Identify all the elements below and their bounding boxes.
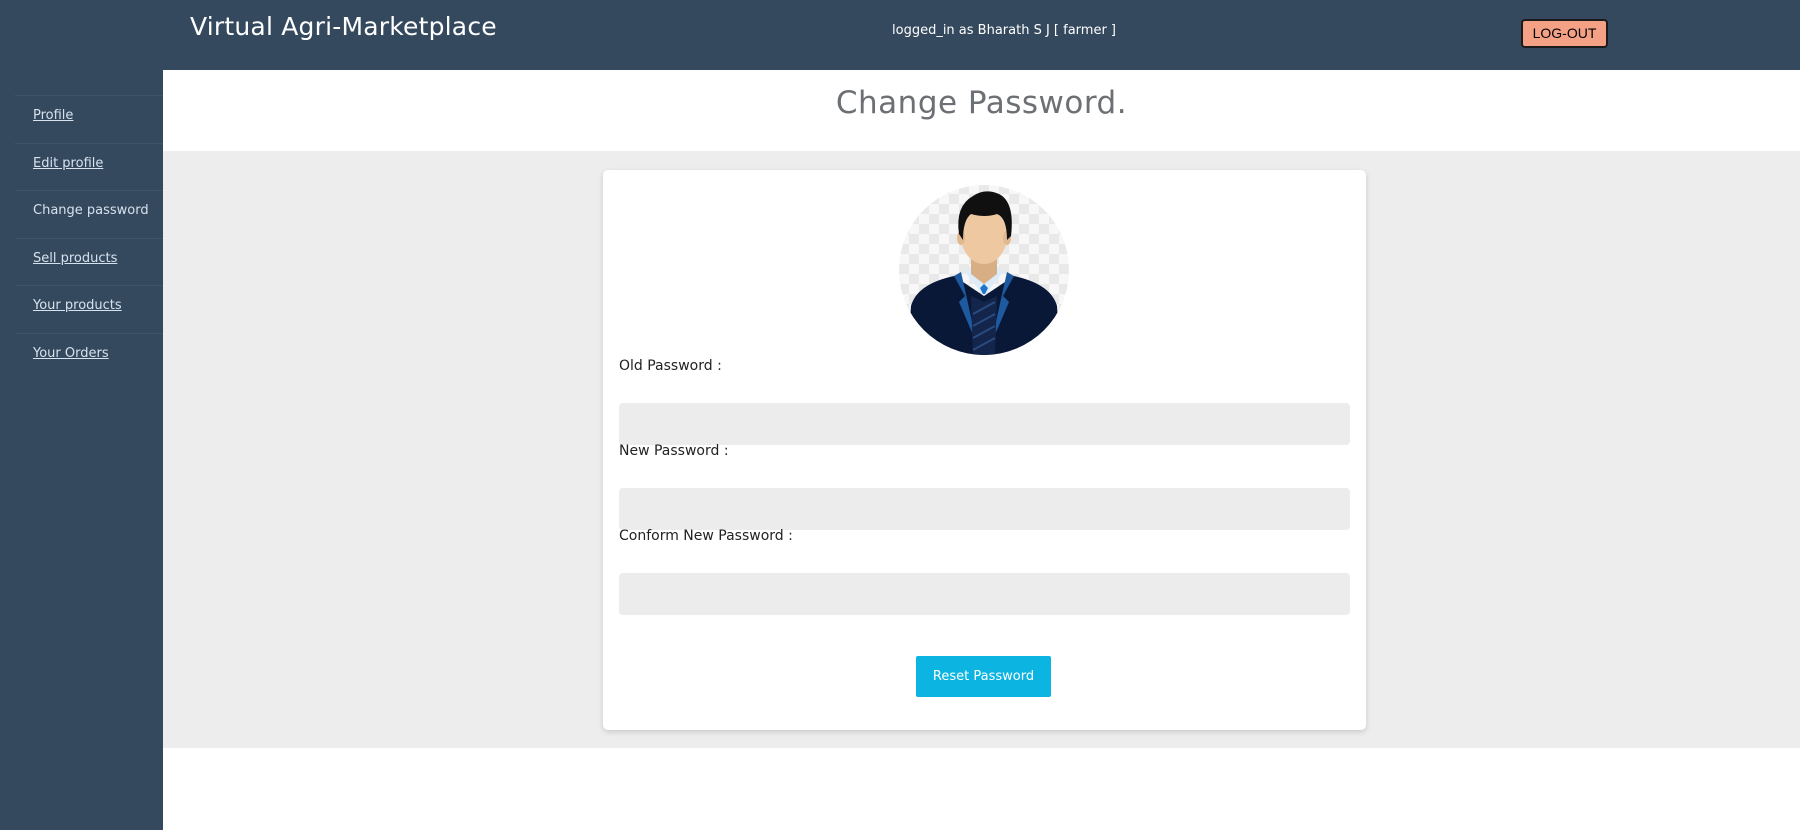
top-navbar: Virtual Agri-Marketplace logged_in as Bh…	[0, 0, 1800, 70]
old-password-input[interactable]	[619, 403, 1350, 445]
sidebar-item-label[interactable]: Your products	[33, 298, 122, 313]
sidebar-item-change-password[interactable]: Change password	[15, 190, 163, 238]
sidebar-item-label[interactable]: Change password	[33, 203, 149, 218]
sidebar-item-sell-products[interactable]: Sell products	[15, 237, 163, 286]
sidebar-item-label[interactable]: Profile	[33, 108, 73, 123]
logged-in-status: logged_in as Bharath S J [ farmer ]	[892, 23, 1117, 38]
sidebar-item-label[interactable]: Your Orders	[33, 346, 109, 361]
page-header: Change Password.	[163, 70, 1800, 151]
sidebar: Profile Edit profile Change password Sel…	[0, 70, 163, 830]
sidebar-menu: Profile Edit profile Change password Sel…	[15, 95, 163, 380]
brand-title: Virtual Agri-Marketplace	[190, 12, 497, 41]
sidebar-item-your-orders[interactable]: Your Orders	[15, 332, 163, 381]
new-password-label: New Password :	[619, 443, 729, 459]
change-password-card: Old Password : New Password : Conform Ne…	[603, 170, 1366, 730]
logout-button[interactable]: LOG-OUT	[1521, 19, 1608, 48]
new-password-input[interactable]	[619, 488, 1350, 530]
user-avatar-icon	[899, 185, 1069, 355]
sidebar-item-your-products[interactable]: Your products	[15, 285, 163, 333]
reset-password-button[interactable]: Reset Password	[916, 656, 1051, 697]
old-password-label: Old Password :	[619, 358, 722, 374]
sidebar-item-profile[interactable]: Profile	[15, 95, 163, 143]
confirm-password-input[interactable]	[619, 573, 1350, 615]
sidebar-item-edit-profile[interactable]: Edit profile	[15, 142, 163, 191]
confirm-password-label: Conform New Password :	[619, 528, 793, 544]
sidebar-item-label[interactable]: Sell products	[33, 251, 117, 266]
page-title: Change Password.	[835, 85, 1128, 121]
sidebar-item-label[interactable]: Edit profile	[33, 156, 103, 171]
